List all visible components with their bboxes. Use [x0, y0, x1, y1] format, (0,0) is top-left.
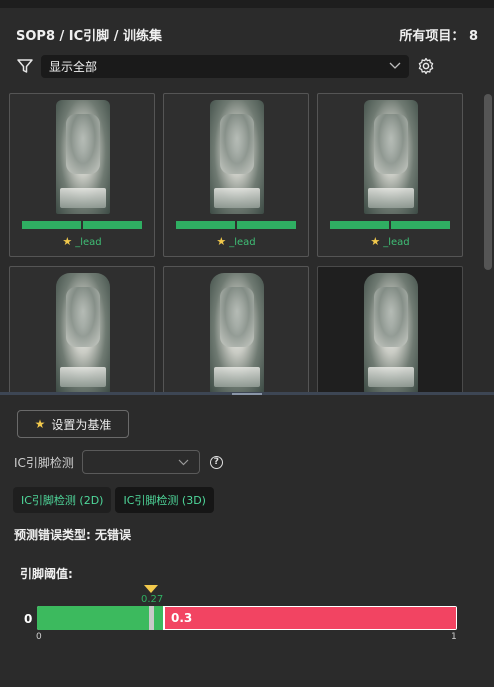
star-icon: ★	[216, 235, 227, 248]
gallery-item[interactable]	[163, 266, 309, 392]
ic-pin-image	[210, 273, 264, 392]
star-icon: ★	[62, 235, 73, 248]
gear-icon[interactable]	[417, 57, 435, 75]
detection-tabs: IC引脚检测 (2D) IC引脚检测 (3D)	[13, 487, 214, 513]
image-gallery: ★ _lead ★ _lead ★ _lead	[0, 86, 494, 392]
gallery-item[interactable]: ★ _lead	[9, 93, 155, 257]
item-label: ★ _lead	[370, 235, 410, 248]
filter-select-value: 显示全部	[49, 59, 98, 74]
status-bars	[176, 221, 296, 229]
top-strip	[0, 0, 494, 8]
threshold-label: 引脚阈值:	[20, 567, 73, 581]
ic-pin-image	[56, 273, 110, 392]
threshold-value: 0.3	[171, 611, 193, 625]
ic-pin-image	[364, 273, 418, 392]
filter-select[interactable]: 显示全部	[41, 54, 409, 78]
threshold-slider[interactable]: 0.3	[37, 606, 457, 630]
ic-pin-image	[364, 100, 418, 214]
gallery-item[interactable]	[317, 266, 463, 392]
above-threshold-segment: 0.3	[165, 607, 456, 629]
filter-row: 显示全部	[16, 54, 446, 78]
gallery-item[interactable]: ★ _lead	[163, 93, 309, 257]
detector-select[interactable]	[81, 450, 200, 474]
prediction-result: 预测错误类型: 无错误	[14, 528, 131, 542]
left-value: 0	[24, 612, 33, 626]
below-threshold-segment	[37, 606, 163, 630]
range-max: 1	[451, 632, 457, 642]
ic-pin-image	[56, 100, 110, 214]
threshold-handle[interactable]	[149, 606, 154, 630]
threshold-marker[interactable]	[144, 585, 158, 593]
gallery-scrollbar[interactable]	[484, 94, 492, 270]
item-label: ★ _lead	[62, 235, 102, 248]
ic-pin-image	[210, 100, 264, 214]
header: SOP8 / IC引脚 / 训练集 所有项目： 8	[16, 24, 478, 44]
help-icon[interactable]: ?	[209, 455, 223, 469]
detector-label: IC引脚检测	[14, 455, 74, 470]
status-bars	[330, 221, 450, 229]
star-icon: ★	[34, 417, 46, 431]
detector-row: IC引脚检测 ?	[14, 450, 223, 474]
set-base-button[interactable]: ★ 设置为基准	[17, 410, 129, 438]
star-icon: ★	[370, 235, 381, 248]
tab-2d[interactable]: IC引脚检测 (2D)	[13, 487, 112, 513]
chevron-down-icon	[389, 62, 401, 69]
item-label: ★ _lead	[216, 235, 256, 248]
marker-value: 0.27	[141, 594, 164, 605]
tab-3d[interactable]: IC引脚检测 (3D)	[115, 487, 214, 513]
chevron-down-icon	[178, 459, 189, 465]
set-base-label: 设置为基准	[51, 417, 112, 432]
breadcrumb: SOP8 / IC引脚 / 训练集	[16, 28, 162, 44]
gallery-item[interactable]	[9, 266, 155, 392]
status-bars	[22, 221, 142, 229]
gallery-item[interactable]: ★ _lead	[317, 93, 463, 257]
total-items: 所有项目： 8	[399, 28, 478, 44]
range-min: 0	[36, 632, 42, 642]
filter-icon[interactable]	[16, 57, 34, 75]
splitter-handle[interactable]	[232, 393, 262, 395]
